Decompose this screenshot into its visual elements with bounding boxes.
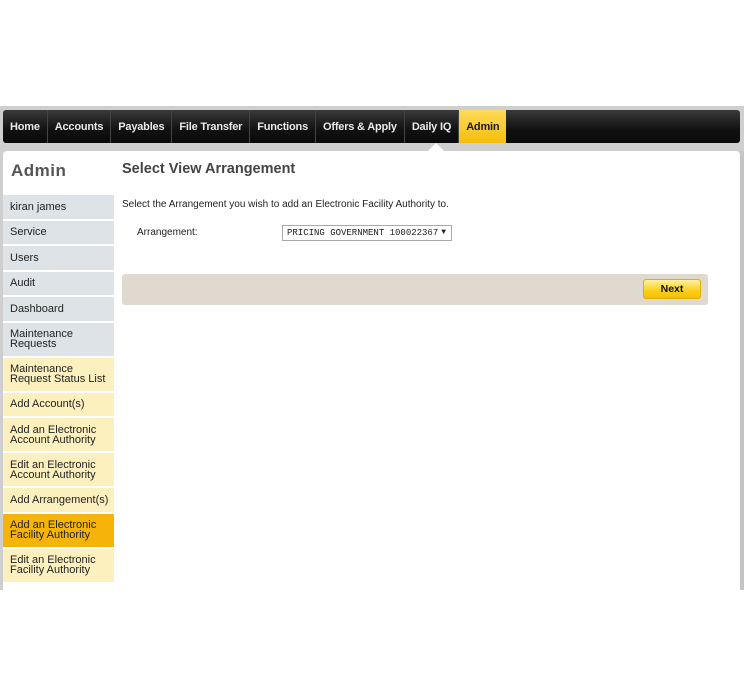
sidebar-item-audit[interactable]: Audit <box>3 271 114 297</box>
active-tab-pointer <box>428 143 444 151</box>
sidebar-item-maintenance-requests[interactable]: Maintenance Requests <box>3 322 114 358</box>
top-nav: Home Accounts Payables File Transfer Fun… <box>3 110 740 143</box>
sidebar-item-edit-electronic-account-authority[interactable]: Edit an Electronic Account Authority <box>3 453 114 488</box>
sidebar-item-service[interactable]: Service <box>3 220 114 246</box>
sidebar-item-edit-electronic-facility-authority[interactable]: Edit an Electronic Facility Authority <box>3 548 114 584</box>
sidebar-title: Admin <box>11 161 67 180</box>
nav-file-transfer[interactable]: File Transfer <box>172 110 251 143</box>
page-description: Select the Arrangement you wish to add a… <box>122 199 449 210</box>
content-panel: Admin kiran james Service Users Audit Da… <box>3 151 740 590</box>
arrangement-selected-value: PRICING GOVERNMENT 100022367 <box>287 228 439 238</box>
sidebar-item-add-accounts[interactable]: Add Account(s) <box>3 392 114 418</box>
main-content: Select View Arrangement Select the Arran… <box>122 151 712 305</box>
sidebar-item-user[interactable]: kiran james <box>3 195 114 221</box>
sidebar-item-add-electronic-account-authority[interactable]: Add an Electronic Account Authority <box>3 418 114 453</box>
arrangement-field-row: Arrangement: PRICING GOVERNMENT 10002236… <box>122 225 712 245</box>
sidebar-item-add-electronic-facility-authority[interactable]: Add an Electronic Facility Authority <box>3 513 114 549</box>
action-bar: Next <box>122 274 708 305</box>
right-scroll-edge <box>740 151 744 590</box>
nav-daily-iq[interactable]: Daily IQ <box>405 110 460 143</box>
next-button[interactable]: Next <box>643 279 701 299</box>
page-title: Select View Arrangement <box>122 161 296 177</box>
dropdown-arrow-icon: ▼ <box>441 228 446 237</box>
nav-payables[interactable]: Payables <box>111 110 173 143</box>
sidebar: Admin kiran james Service Users Audit Da… <box>3 151 114 584</box>
nav-functions[interactable]: Functions <box>250 110 316 143</box>
arrangement-label: Arrangement: <box>137 227 198 238</box>
sidebar-item-dashboard[interactable]: Dashboard <box>3 297 114 323</box>
sidebar-item-maintenance-request-status-list[interactable]: Maintenance Request Status List <box>3 357 114 393</box>
arrangement-select[interactable]: PRICING GOVERNMENT 100022367 ▼ <box>282 225 452 241</box>
nav-offers-apply[interactable]: Offers & Apply <box>316 110 405 143</box>
sidebar-item-users[interactable]: Users <box>3 246 114 272</box>
nav-admin[interactable]: Admin <box>459 110 507 143</box>
app-frame: Home Accounts Payables File Transfer Fun… <box>0 106 744 590</box>
sidebar-item-add-arrangements[interactable]: Add Arrangement(s) <box>3 488 114 514</box>
nav-home[interactable]: Home <box>3 110 48 143</box>
nav-accounts[interactable]: Accounts <box>48 110 112 143</box>
